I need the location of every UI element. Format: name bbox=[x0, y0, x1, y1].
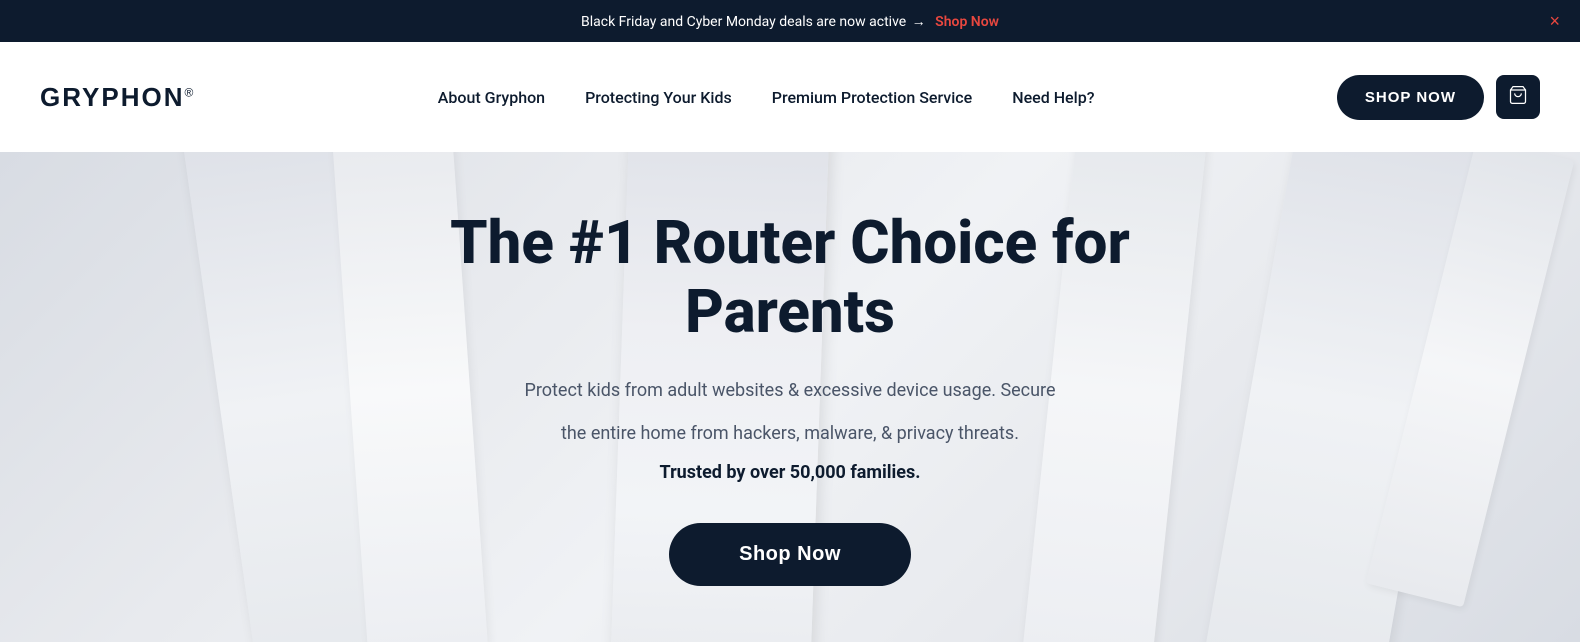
nav-item-premium[interactable]: Premium Protection Service bbox=[772, 88, 972, 107]
nav-link-protecting[interactable]: Protecting Your Kids bbox=[585, 88, 732, 107]
hero-shop-now-button[interactable]: Shop Now bbox=[669, 523, 911, 586]
nav-item-help[interactable]: Need Help? bbox=[1012, 88, 1094, 107]
hero-content: The #1 Router Choice for Parents Protect… bbox=[340, 208, 1240, 585]
nav-link-help[interactable]: Need Help? bbox=[1012, 88, 1094, 107]
announcement-main-text: Black Friday and Cyber Monday deals are … bbox=[581, 14, 906, 30]
hero-subtitle-line2: the entire home from hackers, malware, &… bbox=[380, 419, 1200, 450]
announcement-arrow: → bbox=[912, 13, 926, 30]
navbar: GRYPHON® About Gryphon Protecting Your K… bbox=[0, 42, 1580, 152]
cart-button[interactable] bbox=[1496, 75, 1540, 119]
announcement-shop-now-link[interactable]: Shop Now bbox=[935, 14, 999, 30]
cart-icon bbox=[1508, 85, 1528, 110]
logo-registered: ® bbox=[185, 85, 196, 99]
nav-link-about[interactable]: About Gryphon bbox=[438, 88, 545, 107]
hero-title: The #1 Router Choice for Parents bbox=[380, 208, 1200, 346]
announcement-close-button[interactable]: × bbox=[1549, 12, 1560, 30]
nav-item-protecting[interactable]: Protecting Your Kids bbox=[585, 88, 732, 107]
hero-section: The #1 Router Choice for Parents Protect… bbox=[0, 152, 1580, 642]
hero-trusted: Trusted by over 50,000 families. bbox=[380, 462, 1200, 483]
logo[interactable]: GRYPHON® bbox=[40, 82, 195, 113]
nav-link-premium[interactable]: Premium Protection Service bbox=[772, 88, 972, 107]
nav-right: SHOP NOW bbox=[1337, 75, 1540, 120]
nav-item-about[interactable]: About Gryphon bbox=[438, 88, 545, 107]
logo-text: GRYPHON bbox=[40, 82, 185, 112]
announcement-bar: Black Friday and Cyber Monday deals are … bbox=[0, 0, 1580, 42]
nav-links: About Gryphon Protecting Your Kids Premi… bbox=[438, 88, 1095, 107]
announcement-text: Black Friday and Cyber Monday deals are … bbox=[581, 13, 999, 30]
nav-shop-now-button[interactable]: SHOP NOW bbox=[1337, 75, 1484, 120]
hero-subtitle-line1: Protect kids from adult websites & exces… bbox=[380, 376, 1200, 407]
